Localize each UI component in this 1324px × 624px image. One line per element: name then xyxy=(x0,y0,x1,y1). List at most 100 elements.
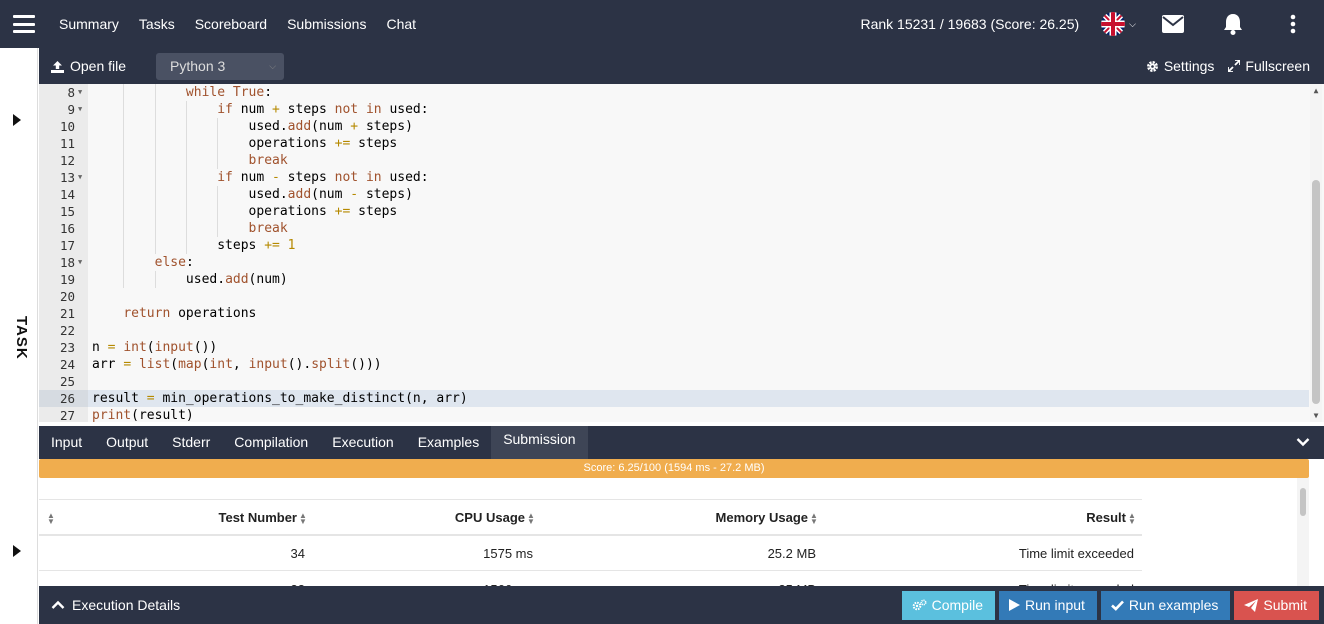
run-examples-button[interactable]: Run examples xyxy=(1100,590,1231,620)
code-text: return operations xyxy=(123,306,257,321)
expand-task-arrow-icon[interactable] xyxy=(13,114,21,126)
fold-toggle-icon[interactable]: ▼ xyxy=(78,101,82,118)
output-tabs: Input Output Stderr Compilation Executio… xyxy=(39,426,1324,459)
code-text: used.add(num - steps) xyxy=(92,187,413,202)
memory-usage-header[interactable]: Memory Usage ▲ ▼ xyxy=(679,500,818,536)
code-text: print(result) xyxy=(92,408,194,422)
code-line[interactable]: 16 break xyxy=(39,220,1309,237)
code-line[interactable]: 26 result = min_operations_to_make_distin… xyxy=(39,390,1309,407)
run-input-button[interactable]: Run input xyxy=(998,590,1097,620)
vertical-ellipsis-icon[interactable] xyxy=(1282,13,1304,35)
tab-submission[interactable]: Submission xyxy=(491,426,588,459)
open-file-button[interactable]: Open file xyxy=(51,58,126,74)
code-text: used.add(num + steps) xyxy=(92,119,413,134)
code-line[interactable]: 8 ▼ while True: xyxy=(39,84,1309,101)
code-editor[interactable]: 8 ▼ while True: 9 ▼ if num + steps not in u… xyxy=(39,84,1324,422)
settings-label: Settings xyxy=(1163,58,1215,74)
submission-results-table: ▲ ▼ Test Number ▲ ▼ CPU Usage ▲ ▼ Memory Usag… xyxy=(39,478,1309,586)
settings-button[interactable]: Settings xyxy=(1146,58,1215,74)
code-line[interactable]: 19 used.add(num) xyxy=(39,271,1309,288)
scroll-down-icon[interactable]: ▼ xyxy=(1310,411,1322,420)
scroll-up-icon[interactable]: ▲ xyxy=(1310,86,1322,95)
expand-details-arrow-icon[interactable] xyxy=(13,545,21,557)
code-line[interactable]: 11 operations += steps xyxy=(39,135,1309,152)
nav-link-tasks[interactable]: Tasks xyxy=(139,16,175,32)
tab-stderr[interactable]: Stderr xyxy=(160,426,222,459)
fold-toggle-icon[interactable]: ▼ xyxy=(78,84,82,101)
editor-toolbar: Open file Python 3 ⌵ Settings Fullscreen xyxy=(39,48,1324,84)
nav-link-chat[interactable]: Chat xyxy=(386,16,416,32)
code-text: break xyxy=(248,221,288,236)
nav-link-scoreboard[interactable]: Scoreboard xyxy=(195,16,267,32)
code-line[interactable]: 12 break xyxy=(39,152,1309,169)
code-line[interactable]: 13 ▼ if num - steps not in used: xyxy=(39,169,1309,186)
compile-button[interactable]: Compile xyxy=(901,590,995,620)
bell-icon[interactable] xyxy=(1222,13,1244,35)
code-line[interactable]: 18 ▼ else: xyxy=(39,254,1309,271)
code-line[interactable]: 22 xyxy=(39,322,1309,339)
line-number: 21 xyxy=(59,306,75,321)
fold-toggle-icon[interactable]: ▼ xyxy=(78,254,82,271)
envelope-icon[interactable] xyxy=(1162,13,1184,35)
tab-examples[interactable]: Examples xyxy=(406,426,491,459)
top-navbar: Summary Tasks Scoreboard Submissions Cha… xyxy=(0,0,1324,48)
memory-usage-header-label: Memory Usage xyxy=(715,510,808,525)
code-line[interactable]: 17 steps += 1 xyxy=(39,237,1309,254)
line-number: 24 xyxy=(59,357,75,372)
line-number: 22 xyxy=(59,323,75,338)
sort-icon: ▲ ▼ xyxy=(1128,510,1136,526)
hamburger-menu-icon[interactable] xyxy=(13,15,35,33)
code-text: n = int(input()) xyxy=(92,340,218,355)
test-number-cell: 34 xyxy=(290,546,305,561)
results-scrollbar-thumb[interactable] xyxy=(1300,488,1306,516)
code-text: steps += 1 xyxy=(92,238,296,253)
chevron-down-icon: ⌵ xyxy=(269,60,277,71)
code-line[interactable]: 24 arr = list(map(int, input().split())) xyxy=(39,356,1309,373)
collapse-panel-chevron-icon[interactable] xyxy=(1296,434,1310,452)
tab-input[interactable]: Input xyxy=(39,426,94,459)
sort-icon: ▲ ▼ xyxy=(47,510,55,526)
cpu-usage-header[interactable]: CPU Usage ▲ ▼ xyxy=(419,500,535,536)
code-line[interactable]: 10 used.add(num + steps) xyxy=(39,118,1309,135)
code-line[interactable]: 14 used.add(num - steps) xyxy=(39,186,1309,203)
sort-column-header[interactable]: ▲ ▼ xyxy=(45,500,55,536)
nav-link-summary[interactable]: Summary xyxy=(59,16,119,32)
open-file-label: Open file xyxy=(70,58,127,74)
code-line[interactable]: 20 xyxy=(39,288,1309,305)
tab-compilation[interactable]: Compilation xyxy=(222,426,320,459)
memory-usage-cell: 25 MB xyxy=(679,572,816,586)
line-number: 19 xyxy=(59,272,75,287)
test-number-cell: 33 xyxy=(189,572,305,586)
language-select-value: Python 3 xyxy=(170,58,226,74)
fullscreen-button[interactable]: Fullscreen xyxy=(1228,58,1310,74)
line-number: 23 xyxy=(59,340,75,355)
code-line[interactable]: 25 xyxy=(39,373,1309,390)
code-line[interactable]: 23 n = int(input()) xyxy=(39,339,1309,356)
line-number: 11 xyxy=(59,136,75,151)
code-text: result = min_operations_to_make_distinct… xyxy=(92,391,468,406)
editor-scrollbar[interactable]: ▲ ▼ xyxy=(1310,84,1322,422)
result-header[interactable]: Result ▲ ▼ xyxy=(1019,500,1136,536)
score-progress-bar: Score: 6.25/100 (1594 ms - 27.2 MB) xyxy=(39,459,1309,478)
editor-scrollbar-thumb[interactable] xyxy=(1312,180,1320,404)
code-line[interactable]: 9 ▼ if num + steps not in used: xyxy=(39,101,1309,118)
tab-output[interactable]: Output xyxy=(94,426,160,459)
code-line[interactable]: 27 print(result) xyxy=(39,407,1309,422)
submit-button[interactable]: Submit xyxy=(1234,590,1319,620)
rank-score-text: Rank 15231 / 19683 (Score: 26.25) xyxy=(860,16,1080,32)
language-selector[interactable]: ⌵ xyxy=(1101,12,1136,36)
tab-execution[interactable]: Execution xyxy=(320,426,405,459)
fold-toggle-icon[interactable]: ▼ xyxy=(78,169,82,186)
execution-details-toggle[interactable]: Execution Details xyxy=(51,597,180,613)
nav-link-submissions[interactable]: Submissions xyxy=(287,16,366,32)
task-label[interactable]: TASK xyxy=(13,316,30,360)
run-examples-label: Run examples xyxy=(1128,597,1219,613)
expand-icon xyxy=(1228,60,1241,72)
line-number: 26 xyxy=(39,390,88,407)
results-scrollbar[interactable] xyxy=(1297,478,1309,586)
language-select[interactable]: Python 3 ⌵ xyxy=(156,52,285,80)
test-number-header[interactable]: Test Number ▲ ▼ xyxy=(189,500,307,536)
code-line[interactable]: 15 operations += steps xyxy=(39,203,1309,220)
cpu-usage-header-label: CPU Usage xyxy=(454,510,525,525)
code-line[interactable]: 21 return operations xyxy=(39,305,1309,322)
